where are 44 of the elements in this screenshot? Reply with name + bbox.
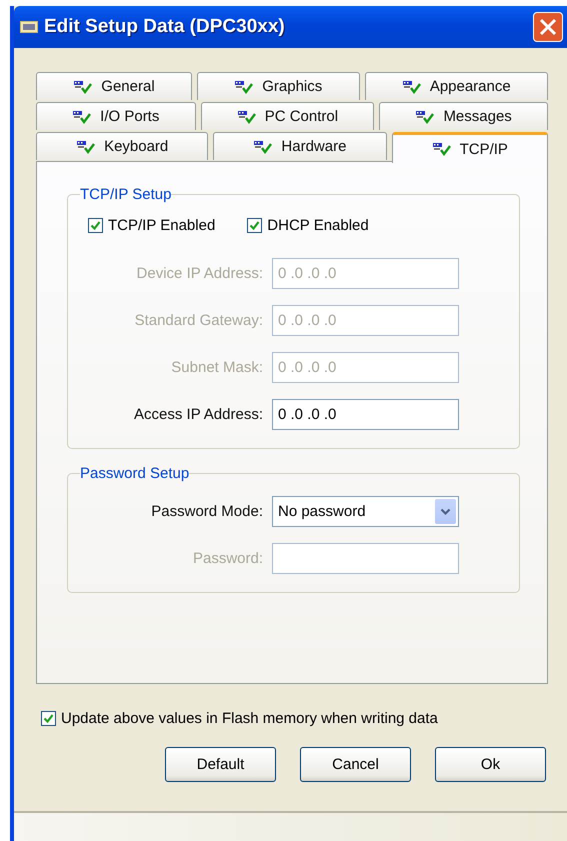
field-label: Subnet Mask: xyxy=(170,359,263,376)
device-check-icon xyxy=(73,80,94,94)
field-label: Password Mode: xyxy=(150,503,263,520)
tab[interactable]: Keyboard xyxy=(36,132,208,160)
field-label: Access IP Address: xyxy=(133,406,263,423)
device-check-icon xyxy=(76,140,96,154)
group-title: Password Setup xyxy=(80,465,190,482)
field-label: Device IP Address: xyxy=(136,265,263,282)
device-check-icon xyxy=(402,80,422,94)
device-check-icon xyxy=(236,110,257,124)
device-check-icon xyxy=(253,140,274,154)
dialog-button[interactable]: Default xyxy=(165,747,276,782)
checkbox[interactable]: TCP/IP Enabled xyxy=(88,217,216,234)
tab[interactable]: Graphics xyxy=(196,72,360,100)
window-title: Edit Setup Data (DPC30xx) xyxy=(44,16,286,38)
tab[interactable]: Appearance xyxy=(364,72,548,100)
checkbox[interactable]: Update above values in Flash memory when writing data xyxy=(41,710,548,727)
tab[interactable]: I/O Ports xyxy=(36,102,196,130)
tab[interactable]: PC Control xyxy=(200,102,374,130)
close-icon xyxy=(538,17,558,37)
device-check-icon xyxy=(432,142,452,156)
device-check-icon xyxy=(72,110,92,124)
dropdown-arrow-button[interactable] xyxy=(435,499,456,524)
close-button[interactable] xyxy=(533,12,563,42)
device-check-icon xyxy=(234,80,254,94)
chevron-down-icon xyxy=(440,508,451,516)
dialog-button[interactable]: Ok xyxy=(435,747,546,782)
checkbox[interactable]: DHCP Enabled xyxy=(247,217,369,234)
check-icon xyxy=(249,220,260,231)
tab[interactable]: General xyxy=(36,72,192,100)
input-field[interactable] xyxy=(272,543,459,574)
check-icon xyxy=(90,220,101,231)
app-logo-icon xyxy=(20,21,38,33)
dropdown[interactable]: No password xyxy=(272,496,459,527)
input-field[interactable]: 0 .0 .0 .0 xyxy=(272,399,459,430)
field-label: Standard Gateway: xyxy=(134,312,263,329)
check-icon xyxy=(43,713,54,724)
device-check-icon xyxy=(415,110,436,124)
dialog-button[interactable]: Cancel xyxy=(300,747,411,782)
tab[interactable]: Messages xyxy=(379,102,548,130)
tab[interactable]: Hardware xyxy=(213,132,387,160)
tab[interactable]: TCP/IP xyxy=(392,132,548,163)
group-title: TCP/IP Setup xyxy=(80,186,172,203)
field-label: Password: xyxy=(192,550,263,567)
